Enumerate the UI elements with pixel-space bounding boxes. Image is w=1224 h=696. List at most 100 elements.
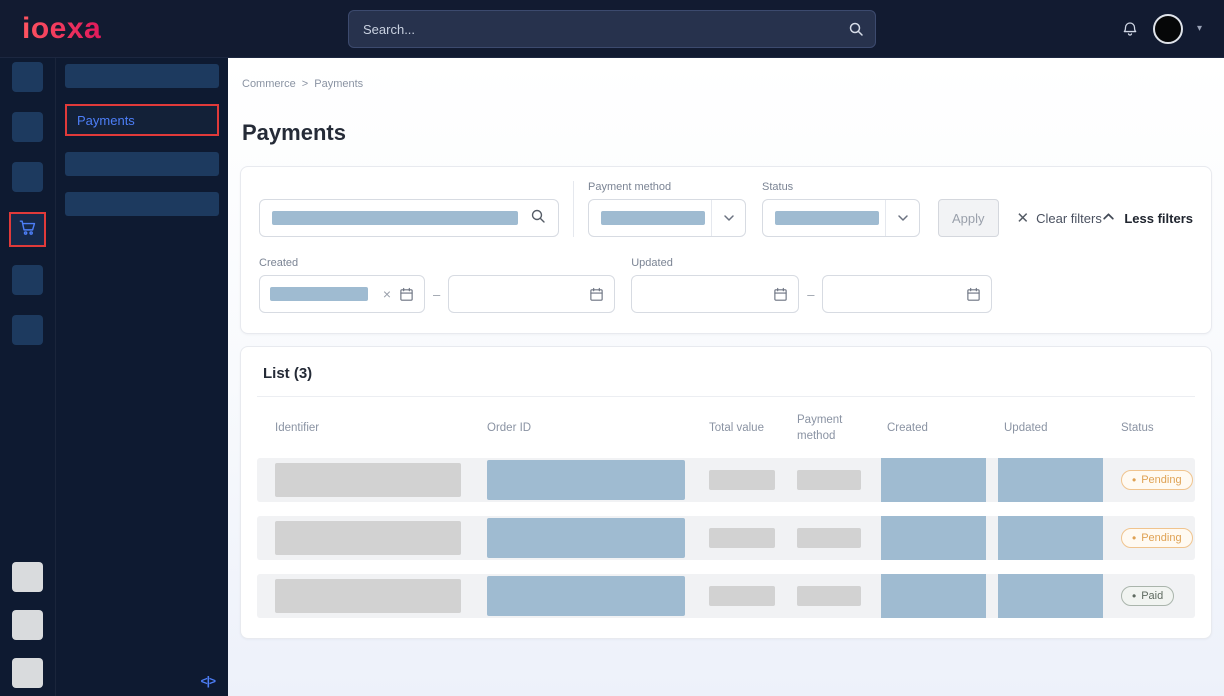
clear-filters-button[interactable]: ✕ Clear filters (1017, 199, 1102, 237)
calendar-icon[interactable] (966, 287, 981, 302)
status-dot-icon: • (1132, 474, 1136, 486)
payment-method-filter: Payment method (588, 181, 746, 237)
rail-bottom-group (12, 562, 43, 688)
column-header-order-id: Order ID (469, 421, 691, 437)
search-icon (530, 208, 546, 229)
updated-from-date-input[interactable] (631, 275, 799, 313)
clear-filters-label: Clear filters (1036, 211, 1102, 226)
sidebar-item-redacted-1[interactable] (65, 64, 219, 88)
sidebar-item-payments-label: Payments (77, 113, 135, 128)
rail-nav-item-commerce[interactable] (9, 212, 46, 247)
rail-bottom-item-1[interactable] (12, 562, 43, 592)
rail-bottom-item-3[interactable] (12, 658, 43, 688)
redacted-search-value (272, 211, 518, 225)
notifications-bell-icon[interactable] (1121, 20, 1139, 38)
breadcrumb: Commerce > Payments (242, 78, 1212, 90)
redacted-identifier (275, 579, 461, 613)
redacted-updated (998, 458, 1103, 502)
sidebar-item-redacted-2[interactable] (65, 152, 219, 176)
created-from-date-input[interactable]: × (259, 275, 425, 313)
redacted-payment-method (797, 470, 861, 490)
payment-method-select[interactable] (588, 199, 746, 237)
topbar: ioexa ▾ (0, 0, 1224, 58)
filters-row-2: Created × – (259, 257, 1193, 313)
breadcrumb-separator: > (302, 78, 308, 90)
column-header-total-value: Total value (691, 421, 779, 437)
chevron-up-icon (1102, 210, 1115, 226)
sidebar-item-redacted-3[interactable] (65, 192, 219, 216)
less-filters-label: Less filters (1124, 211, 1193, 226)
chevron-down-icon (711, 200, 745, 236)
status-label: Status (762, 181, 920, 193)
range-dash: – (807, 287, 814, 302)
redacted-updated (998, 574, 1103, 618)
clear-x-icon: ✕ (1017, 209, 1030, 227)
apply-button[interactable]: Apply (938, 199, 999, 237)
calendar-icon[interactable] (399, 287, 414, 302)
calendar-icon[interactable] (589, 287, 604, 302)
redacted-created (881, 574, 986, 618)
created-range: × (259, 275, 425, 313)
status-badge-label: Pending (1141, 474, 1181, 486)
filter-search-input[interactable] (259, 199, 559, 237)
search-input[interactable] (348, 10, 876, 48)
sidebar-panel: Payments <|> (55, 58, 228, 696)
redacted-order-id (487, 460, 685, 500)
status-select[interactable] (762, 199, 920, 237)
column-header-created: Created (869, 421, 986, 437)
created-to-date-input[interactable] (448, 275, 615, 313)
redacted-created (881, 516, 986, 560)
sidebar-collapse-icon[interactable]: <|> (197, 672, 219, 690)
app-root: ioexa ▾ (0, 0, 1224, 696)
status-dot-icon: • (1132, 590, 1136, 602)
filters-card: Payment method Status (240, 166, 1212, 334)
updated-to-date-input[interactable] (822, 275, 992, 313)
redacted-total-value (709, 586, 775, 606)
status-filter: Status (762, 181, 920, 237)
redacted-select-value (775, 211, 879, 225)
redacted-order-id (487, 518, 685, 558)
rail-nav-item-2[interactable] (12, 112, 43, 142)
sidebar-item-payments[interactable]: Payments (65, 104, 219, 136)
main-content: Commerce > Payments Payments Paym (228, 58, 1224, 696)
shell: Payments <|> Commerce > Payments Payment… (0, 58, 1224, 696)
logo[interactable]: ioexa (22, 12, 101, 46)
calendar-icon[interactable] (773, 287, 788, 302)
user-menu-caret-icon[interactable]: ▾ (1197, 23, 1202, 34)
rail-nav-item-3[interactable] (12, 162, 43, 192)
created-range-filter: Created × (259, 257, 425, 313)
redacted-identifier (275, 521, 461, 555)
status-badge-label: Pending (1141, 532, 1181, 544)
updated-range-filter: Updated (631, 257, 799, 313)
redacted-created (881, 458, 986, 502)
avatar[interactable] (1153, 14, 1183, 44)
updated-range (631, 275, 799, 313)
column-header-identifier: Identifier (257, 421, 469, 437)
rail-nav-item-6[interactable] (12, 315, 43, 345)
chevron-down-icon (885, 200, 919, 236)
search-icon (848, 21, 864, 42)
list-title: List (3) (257, 361, 1195, 397)
table-row[interactable]: • Pending (257, 516, 1195, 560)
rail-nav-item-5[interactable] (12, 265, 43, 295)
breadcrumb-payments: Payments (314, 78, 363, 90)
breadcrumb-commerce[interactable]: Commerce (242, 78, 296, 90)
column-header-updated: Updated (986, 421, 1103, 437)
list-card: List (3) Identifier Order ID Total value… (240, 346, 1212, 639)
table-row[interactable]: • Paid (257, 574, 1195, 618)
updated-label: Updated (631, 257, 799, 269)
redacted-identifier (275, 463, 461, 497)
page-title: Payments (242, 120, 1212, 146)
clear-date-icon[interactable]: × (383, 287, 391, 301)
filter-divider (573, 181, 574, 237)
redacted-updated (998, 516, 1103, 560)
less-filters-button[interactable]: Less filters (1102, 199, 1193, 237)
table-row[interactable]: • Pending (257, 458, 1195, 502)
rail-bottom-item-2[interactable] (12, 610, 43, 640)
range-dash: – (433, 287, 440, 302)
created-label: Created (259, 257, 425, 269)
rail-nav-item-1[interactable] (12, 62, 43, 92)
shopping-cart-icon (18, 218, 37, 242)
redacted-date-value (270, 287, 368, 301)
topbar-right: ▾ (1121, 14, 1202, 44)
